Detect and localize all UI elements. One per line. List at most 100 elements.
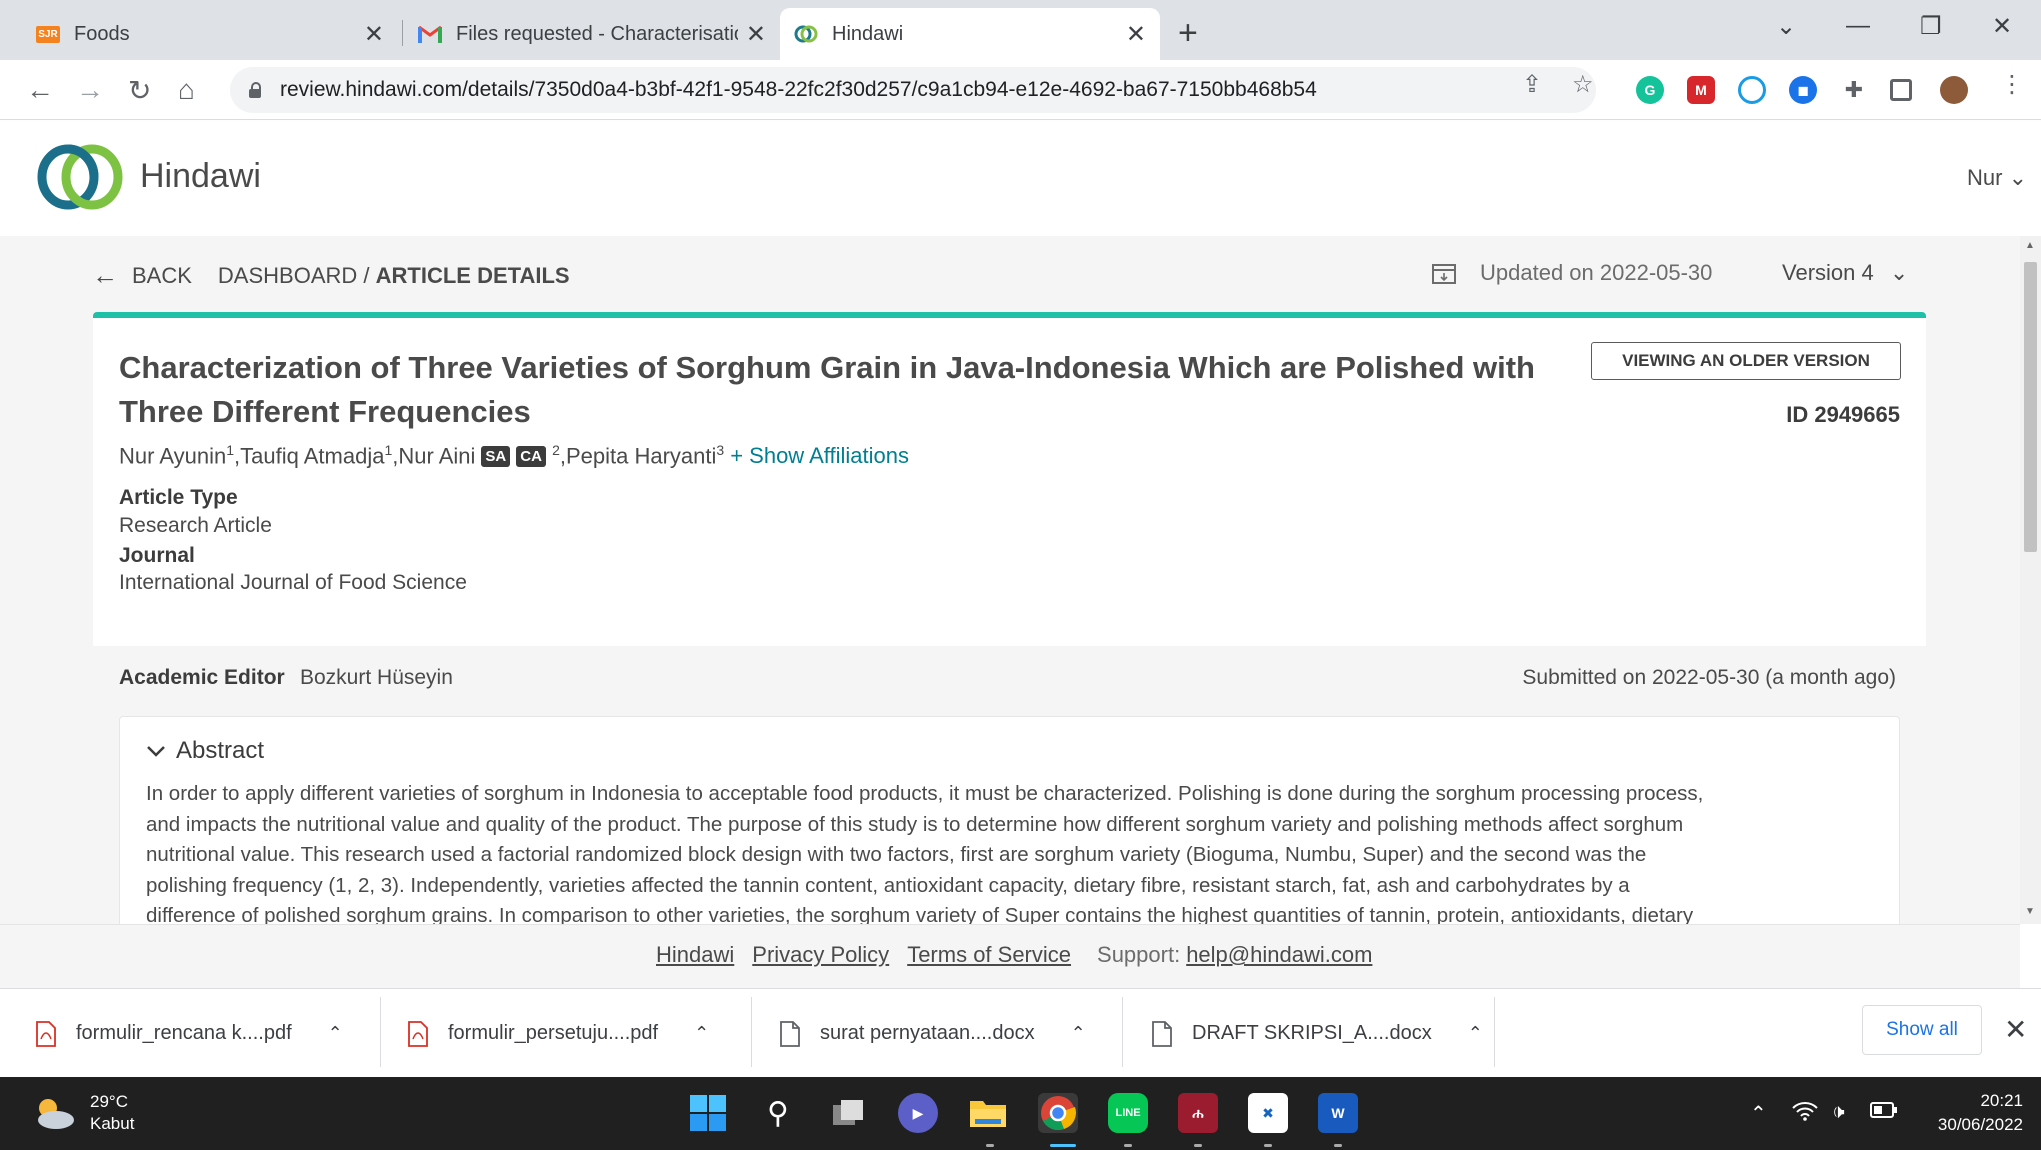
author: Taufiq Atmadja1, <box>240 442 399 469</box>
task-view-icon[interactable] <box>828 1093 868 1133</box>
chevron-up-icon[interactable]: ⌃ <box>694 1023 709 1044</box>
extensions-puzzle-icon[interactable]: ✚ <box>1840 76 1868 104</box>
download-item[interactable]: DRAFT SKRIPSI_A....docx ⌃ <box>1152 989 1483 1078</box>
scroll-up-icon[interactable]: ▲ <box>2025 240 2035 251</box>
calendar-icon <box>1432 264 1456 284</box>
footer-link-terms[interactable]: Terms of Service <box>907 942 1071 968</box>
article-title: Characterization of Three Varieties of S… <box>119 350 1535 429</box>
version-label: Version 4 <box>1782 260 1874 285</box>
lock-icon <box>248 82 262 98</box>
cloudy-weather-icon <box>38 1099 74 1129</box>
weather-widget[interactable]: 29°C Kabut <box>32 1091 134 1135</box>
more-menu-icon[interactable]: ⋮ <box>2000 70 2024 99</box>
show-all-downloads-button[interactable]: Show all <box>1862 1005 1982 1055</box>
footer-link-hindawi[interactable]: Hindawi <box>656 942 734 968</box>
chevron-up-icon[interactable]: ⌃ <box>1071 1023 1086 1044</box>
chevron-down-icon: ⌄ <box>1889 260 1909 285</box>
show-affiliations-link[interactable]: + Show Affiliations <box>730 443 909 469</box>
article-id: ID 2949665 <box>1786 402 1900 427</box>
profile-avatar[interactable] <box>1940 76 1968 104</box>
chrome-icon[interactable] <box>1038 1093 1078 1133</box>
brand-name[interactable]: Hindawi <box>140 157 261 196</box>
footer-link-privacy[interactable]: Privacy Policy <box>752 942 889 968</box>
search-icon[interactable]: ⚲ <box>758 1093 798 1133</box>
download-item[interactable]: formulir_rencana k....pdf ⌃ <box>36 989 343 1078</box>
windows-start-icon[interactable] <box>688 1093 728 1133</box>
close-tab-icon[interactable]: ✕ <box>746 20 766 49</box>
edge-extension-icon[interactable] <box>1738 76 1766 104</box>
forward-arrow-icon[interactable]: → <box>76 74 104 106</box>
abstract-line: and impacts the nutritional value and qu… <box>146 812 1684 836</box>
bookmark-star-icon[interactable]: ☆ <box>1572 70 1594 99</box>
chevron-up-icon[interactable]: ⌃ <box>1750 1101 1767 1126</box>
running-indicator <box>1334 1144 1342 1147</box>
url-text: review.hindawi.com/details/7350d0a4-b3bf… <box>280 78 1317 101</box>
download-item[interactable]: formulir_persetuju....pdf ⌃ <box>408 989 709 1078</box>
user-menu[interactable]: Nur ⌄ <box>1967 165 2027 191</box>
document-file-icon <box>780 1020 800 1047</box>
line-app-icon[interactable]: LINE <box>1108 1093 1148 1133</box>
download-filename: surat pernyataan....docx <box>820 1022 1035 1044</box>
scroll-down-icon[interactable]: ▼ <box>2025 906 2035 917</box>
abstract-panel: Abstract In order to apply different var… <box>119 716 1900 924</box>
version-select[interactable]: Version 4 ⌄ <box>1782 260 1908 286</box>
breadcrumb-dashboard[interactable]: DASHBOARD / <box>218 263 370 289</box>
clock-time: 20:21 <box>1980 1091 2023 1110</box>
close-downloads-icon[interactable]: ✕ <box>2004 1013 2027 1046</box>
older-version-button[interactable]: VIEWING AN OLDER VERSION <box>1591 342 1901 380</box>
new-tab-icon[interactable]: + <box>1178 14 1198 53</box>
scrollbar-thumb[interactable] <box>2024 262 2037 552</box>
journal-label: Journal <box>119 544 195 567</box>
volume-icon[interactable]: 🕩 <box>1832 1101 1845 1124</box>
site-header: Hindawi Nur ⌄ <box>0 121 2041 236</box>
reload-icon[interactable]: ↻ <box>128 74 151 107</box>
abstract-line: difference of polished sorghum grains. I… <box>146 904 1694 924</box>
battery-icon[interactable] <box>1870 1101 1898 1125</box>
tab-title: Foods <box>74 22 130 45</box>
pdf-tool-icon[interactable]: ✖ <box>1248 1093 1288 1133</box>
restore-icon[interactable]: ❐ <box>1920 12 1942 41</box>
corresponding-author-badge: CA <box>516 446 546 468</box>
word-icon[interactable]: W <box>1318 1093 1358 1133</box>
hindawi-logo-icon[interactable] <box>36 143 124 216</box>
home-icon[interactable]: ⌂ <box>178 74 195 106</box>
gmail-icon <box>418 22 442 46</box>
abstract-toggle[interactable]: Abstract <box>146 737 264 765</box>
close-window-icon[interactable]: ✕ <box>1992 12 2012 41</box>
mendeley-app-icon[interactable]: ሐ <box>1178 1093 1218 1133</box>
share-icon[interactable]: ⇪ <box>1522 70 1542 99</box>
download-filename: DRAFT SKRIPSI_A....docx <box>1192 1022 1432 1044</box>
mendeley-extension-icon[interactable]: M <box>1687 76 1715 104</box>
separator <box>751 997 752 1067</box>
tab-search-icon[interactable]: ⌄ <box>1776 12 1796 41</box>
support-email-link[interactable]: help@hindawi.com <box>1186 942 1372 968</box>
article-type-label: Article Type <box>119 486 238 509</box>
author: Pepita Haryanti3 <box>565 442 725 469</box>
address-bar[interactable]: review.hindawi.com/details/7350d0a4-b3bf… <box>230 67 1596 113</box>
system-clock[interactable]: 20:21 30/06/2022 <box>1938 1089 2023 1137</box>
tab-title: Files requested - Characterisation <box>456 22 738 45</box>
chevron-down-icon: ⌄ <box>2008 165 2027 190</box>
file-explorer-icon[interactable] <box>968 1093 1008 1133</box>
chevron-up-icon[interactable]: ⌃ <box>1468 1023 1483 1044</box>
side-panel-icon[interactable] <box>1890 79 1912 101</box>
tab-hindawi[interactable]: Hindawi ✕ <box>780 8 1160 60</box>
browser-tab-strip: SJR Foods ✕ Files requested - Characteri… <box>0 0 2041 60</box>
teams-chat-icon[interactable]: ▶ <box>898 1093 938 1133</box>
close-tab-icon[interactable]: ✕ <box>364 20 384 49</box>
download-item[interactable]: surat pernyataan....docx ⌃ <box>780 989 1086 1078</box>
abstract-text: In order to apply different varieties of… <box>146 779 1866 924</box>
page-scrollbar[interactable]: ▲ ▼ <box>2020 236 2041 924</box>
grammarly-extension-icon[interactable]: G <box>1636 76 1664 104</box>
chevron-up-icon[interactable]: ⌃ <box>328 1023 343 1044</box>
back-button[interactable]: ← BACK <box>92 260 192 291</box>
tab-gmail[interactable]: Files requested - Characterisation ✕ <box>404 8 780 60</box>
close-tab-icon[interactable]: ✕ <box>1126 20 1146 49</box>
back-arrow-icon[interactable]: ← <box>26 74 54 106</box>
updated-text: Updated on 2022-05-30 <box>1480 260 1713 285</box>
blue-extension-icon[interactable]: ◼ <box>1789 76 1817 104</box>
wifi-icon[interactable] <box>1792 1101 1818 1127</box>
minimize-icon[interactable]: — <box>1846 12 1870 40</box>
clock-date: 30/06/2022 <box>1937 1115 2023 1134</box>
tab-foods[interactable]: SJR Foods ✕ <box>22 8 398 60</box>
